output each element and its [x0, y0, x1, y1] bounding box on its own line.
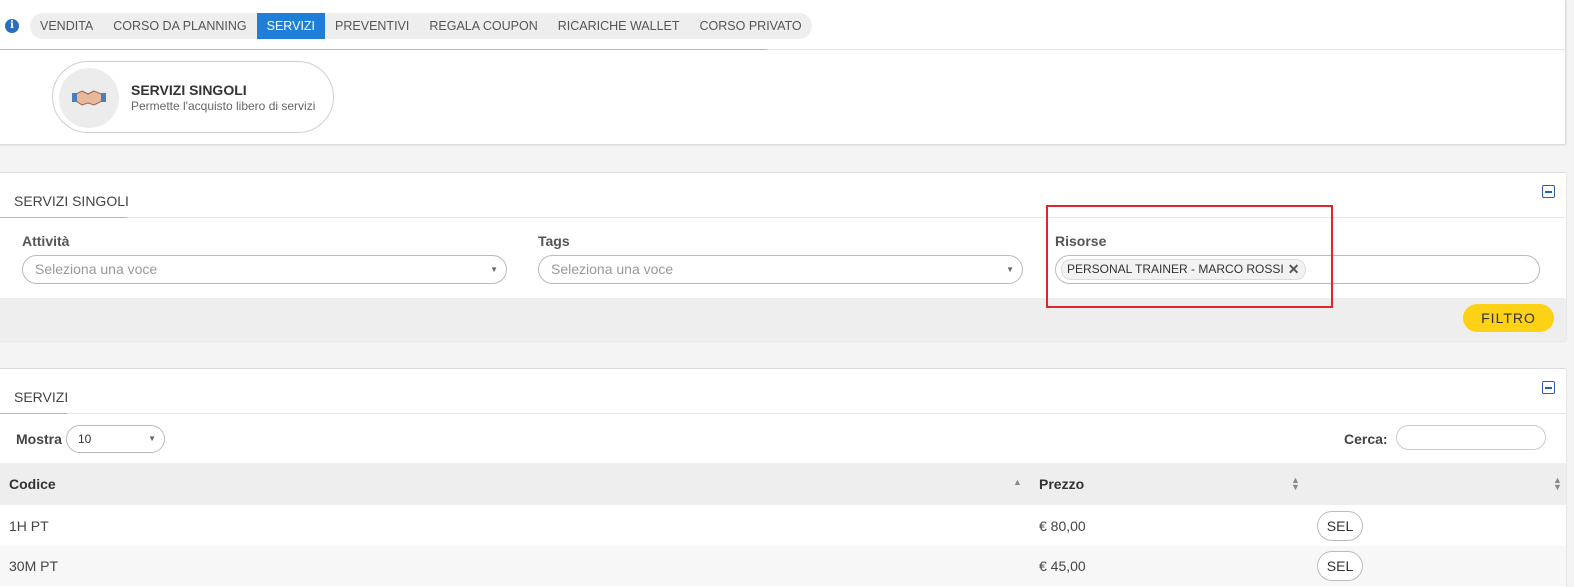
tags-select[interactable]: Seleziona una voce ▼: [538, 255, 1023, 284]
handshake-icon: [59, 68, 119, 128]
cell-prezzo: € 80,00: [1039, 518, 1086, 534]
cell-codice: 1H PT: [9, 518, 49, 534]
panel-title-underline: [0, 413, 67, 414]
card-title: SERVIZI SINGOLI: [131, 82, 247, 98]
column-header-prezzo[interactable]: Prezzo: [1039, 476, 1084, 492]
services-panel: SERVIZI Mostra 10 ▼ Cerca: Codice ▲ Prez…: [0, 368, 1566, 587]
show-entries-select[interactable]: 10 ▼: [66, 425, 165, 453]
tab-preventivi[interactable]: PREVENTIVI: [325, 13, 419, 39]
chevron-down-icon: ▼: [148, 434, 156, 443]
cell-prezzo: € 45,00: [1039, 558, 1086, 574]
tab-corso-privato[interactable]: CORSO PRIVATO: [690, 13, 812, 39]
tab-vendita[interactable]: VENDITA: [30, 13, 103, 39]
servizi-singoli-card[interactable]: SERVIZI SINGOLI Permette l'acquisto libe…: [52, 61, 334, 133]
info-icon[interactable]: i: [5, 19, 19, 33]
tab-bar: VENDITA CORSO DA PLANNING SERVIZI PREVEN…: [30, 13, 812, 39]
tab-servizi[interactable]: SERVIZI: [256, 13, 326, 39]
chevron-down-icon: ▼: [490, 265, 498, 274]
sort-icon[interactable]: ▲ ▼: [1553, 476, 1562, 492]
divider: [767, 49, 1566, 50]
top-bar: i VENDITA CORSO DA PLANNING SERVIZI PREV…: [0, 0, 1566, 144]
table-row: 30M PT € 45,00 SEL: [0, 546, 1566, 586]
show-entries-value: 10: [78, 432, 92, 446]
tags-placeholder: Seleziona una voce: [551, 261, 674, 277]
tab-ricariche-wallet[interactable]: RICARICHE WALLET: [548, 13, 690, 39]
panel-title: SERVIZI: [14, 389, 69, 405]
panel-title-underline: [0, 217, 127, 218]
search-label: Cerca:: [1344, 431, 1388, 447]
sel-button[interactable]: SEL: [1317, 551, 1363, 581]
tabs-underline: [0, 49, 767, 50]
table-row: 1H PT € 80,00 SEL: [0, 506, 1566, 546]
sel-button[interactable]: SEL: [1317, 511, 1363, 541]
collapse-icon[interactable]: [1542, 381, 1555, 394]
highlight-box: [1046, 205, 1333, 308]
attivita-label: Attività: [22, 233, 70, 249]
attivita-placeholder: Seleziona una voce: [35, 261, 158, 277]
panel-title: SERVIZI SINGOLI: [14, 193, 129, 209]
attivita-select[interactable]: Seleziona una voce ▼: [22, 255, 507, 284]
show-entries-label: Mostra: [16, 431, 62, 447]
card-subtitle: Permette l'acquisto libero di servizi: [131, 99, 316, 113]
search-input[interactable]: [1396, 425, 1546, 450]
tab-regala-coupon[interactable]: REGALA COUPON: [419, 13, 547, 39]
table-header: Codice ▲ Prezzo ▲ ▼ ▲ ▼: [0, 463, 1566, 505]
divider: [67, 413, 1566, 414]
tags-label: Tags: [538, 233, 570, 249]
divider: [127, 217, 1566, 218]
sort-icon[interactable]: ▲ ▼: [1291, 476, 1300, 492]
cell-codice: 30M PT: [9, 558, 59, 574]
chevron-down-icon: ▼: [1006, 265, 1014, 274]
sort-asc-icon[interactable]: ▲: [1013, 478, 1022, 487]
collapse-icon[interactable]: [1542, 185, 1555, 198]
column-header-codice[interactable]: Codice: [9, 476, 56, 492]
tab-corso-da-planning[interactable]: CORSO DA PLANNING: [103, 13, 256, 39]
filtro-button[interactable]: FILTRO: [1463, 304, 1554, 332]
